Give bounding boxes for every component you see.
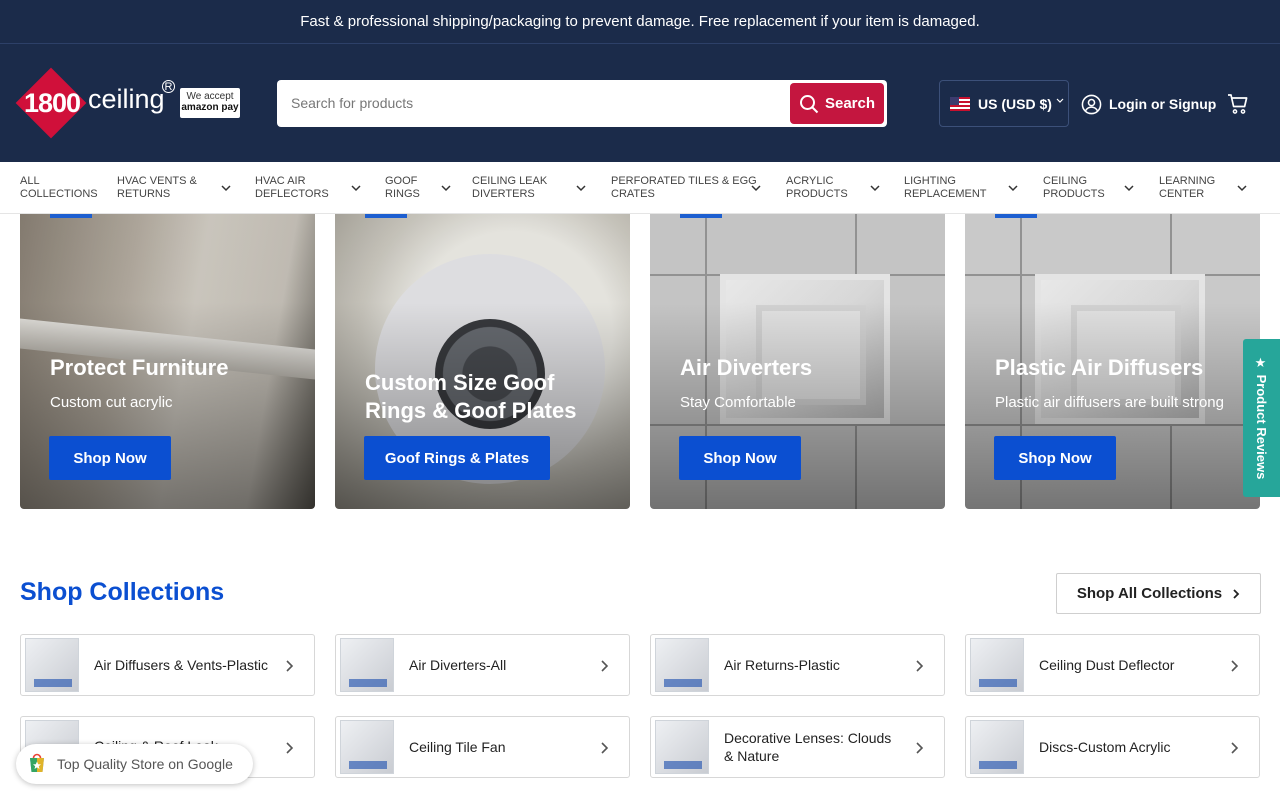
promo-card-goof-rings[interactable]: Custom Size Goof Rings & Goof Plates Goo… [335,214,630,509]
collection-label: Decorative Lenses: Clouds & Nature [724,730,892,764]
collection-item[interactable]: Ceiling Tile Fan [335,716,630,778]
collection-item[interactable]: Discs-Custom Acrylic [965,716,1260,778]
promo-subtitle: Custom cut acrylic [50,394,173,411]
site-logo[interactable]: 1800 ceiling R [15,67,180,139]
chevron-down-icon [1008,185,1018,192]
chevron-down-icon [751,185,761,192]
nav-lighting-replacement[interactable]: LIGHTING REPLACEMENT [904,175,1020,201]
amazon-pay-line2: amazon pay [181,102,239,113]
goof-rings-plates-button[interactable]: Goof Rings & Plates [364,436,550,480]
chevron-down-icon [441,185,451,192]
chevron-right-icon [601,742,609,754]
announcement-bar: Fast & professional shipping/packaging t… [0,0,1280,44]
nav-perforated-tiles[interactable]: PERFORATED TILES & EGG CRATES [611,175,763,201]
shop-now-button[interactable]: Shop Now [994,436,1116,480]
promo-card-protect-furniture[interactable]: Protect Furniture Custom cut acrylic Sho… [20,214,315,509]
logo-word: ceiling [88,84,165,114]
main-nav: ALL COLLECTIONS HVAC VENTS & RETURNS HVAC … [0,162,1280,214]
nav-ceiling-leak-diverters[interactable]: CEILING LEAK DIVERTERS [472,175,588,201]
nav-acrylic-products[interactable]: ACRYLIC PRODUCTS [786,175,882,201]
chevron-down-icon [1237,185,1247,192]
collection-thumbnail [970,638,1024,692]
chevron-down-icon [221,185,231,192]
collection-thumbnail [655,720,709,774]
nav-goof-rings[interactable]: GOOF RINGS [385,175,453,201]
chevron-right-icon [286,660,294,672]
shop-now-button[interactable]: Shop Now [679,436,801,480]
collection-item[interactable]: Air Returns-Plastic [650,634,945,696]
product-reviews-tab[interactable]: ★ Product Reviews [1243,339,1280,497]
nav-ceiling-products[interactable]: CEILING PRODUCTS [1043,175,1136,201]
google-badge-label: Top Quality Store on Google [57,756,233,772]
collection-label: Air Returns-Plastic [724,657,840,673]
amazon-pay-badge: We accept amazon pay [180,88,240,118]
promo-title: Protect Furniture [50,355,229,380]
announcement-text: Fast & professional shipping/packaging t… [300,13,980,30]
user-icon [1081,94,1102,114]
collection-thumbnail [655,638,709,692]
nav-learning-center[interactable]: LEARNING CENTER [1159,175,1249,201]
search-bar: Search [277,80,887,127]
collection-thumbnail [340,638,394,692]
collection-thumbnail [340,720,394,774]
promo-card-plastic-air-diffusers[interactable]: Plastic Air Diffusers Plastic air diffus… [965,214,1260,509]
currency-label: US (USD $) [978,95,1052,112]
search-button-label: Search [824,95,876,112]
chevron-right-icon [1231,660,1239,672]
us-flag-icon [950,96,970,111]
collection-label: Discs-Custom Acrylic [1039,739,1171,755]
nav-hvac-vents-returns[interactable]: HVAC VENTS & RETURNS [117,175,233,201]
collection-item[interactable]: Decorative Lenses: Clouds & Nature [650,716,945,778]
search-input[interactable] [291,88,771,118]
login-link[interactable]: Login or Signup [1081,92,1216,116]
promo-title: Plastic Air Diffusers [995,355,1204,380]
chevron-right-icon [916,660,924,672]
chevron-right-icon [601,660,609,672]
nav-all-collections[interactable]: ALL COLLECTIONS [20,175,98,201]
google-shopping-icon [30,753,44,772]
currency-selector[interactable]: US (USD $) [939,80,1069,127]
registered-icon: R [162,80,175,93]
chevron-down-icon [351,185,361,192]
chevron-down-icon [1056,98,1064,103]
nav-hvac-air-deflectors[interactable]: HVAC AIR DEFLECTORS [255,175,363,201]
chevron-right-icon [916,742,924,754]
section-title: Shop Collections [20,578,225,606]
login-label: Login or Signup [1109,96,1217,112]
site-header: 1800 ceiling R We accept amazon pay Sear… [0,44,1280,162]
google-store-badge[interactable]: Top Quality Store on Google [16,744,253,784]
collection-item[interactable]: Ceiling Dust Deflector [965,634,1260,696]
collection-label: Ceiling Tile Fan [409,739,506,755]
product-reviews-label: ★ Product Reviews [1254,356,1269,480]
chevron-down-icon [870,185,880,192]
chevron-right-icon [1233,588,1240,599]
chevron-down-icon [576,185,586,192]
cart-icon[interactable] [1226,92,1250,116]
collection-item[interactable]: Air Diverters-All [335,634,630,696]
promo-subtitle: Plastic air diffusers are built strong [995,394,1224,411]
amazon-pay-line1: We accept [186,91,234,102]
promo-card-air-diverters[interactable]: Air Diverters Stay Comfortable Shop Now [650,214,945,509]
search-button[interactable]: Search [790,83,884,124]
collection-label: Ceiling Dust Deflector [1039,657,1175,673]
promo-subtitle: Stay Comfortable [680,394,796,411]
promo-title: Custom Size Goof Rings & Goof Plates [365,370,577,423]
shop-all-collections-button[interactable]: Shop All Collections [1056,573,1261,614]
collection-thumbnail [970,720,1024,774]
logo-number: 1800 [24,88,81,118]
collection-thumbnail [25,638,79,692]
search-icon [799,94,819,113]
shop-all-label: Shop All Collections [1076,585,1223,602]
collection-item[interactable]: Air Diffusers & Vents-Plastic [20,634,315,696]
collection-label: Air Diffusers & Vents-Plastic [94,657,269,673]
chevron-right-icon [1231,742,1239,754]
shop-now-button[interactable]: Shop Now [49,436,171,480]
promo-title: Air Diverters [680,355,813,380]
chevron-down-icon [1124,185,1134,192]
chevron-right-icon [286,742,294,754]
collection-label: Air Diverters-All [409,657,507,673]
